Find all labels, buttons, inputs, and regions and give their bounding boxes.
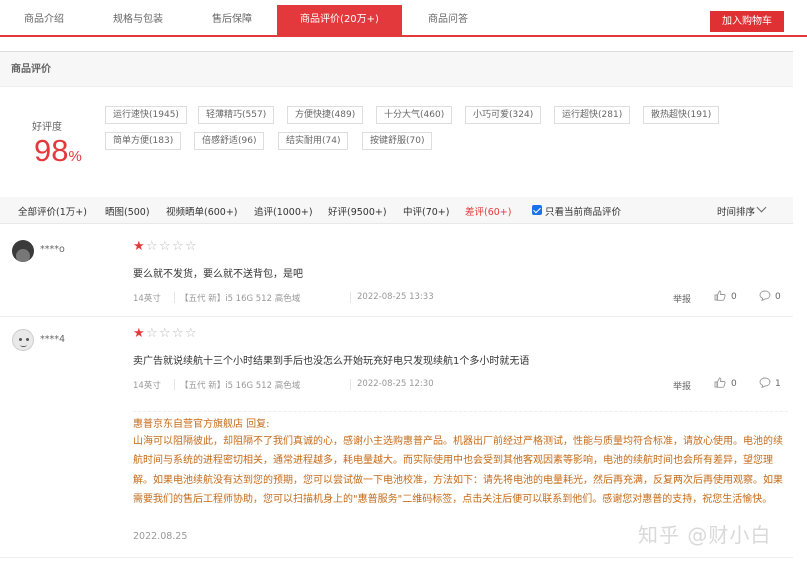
- merchant-reply-date: 2022.08.25: [133, 531, 188, 542]
- tag-item[interactable]: 散热超快(191): [643, 106, 720, 124]
- meta-divider: [174, 292, 175, 303]
- star-filled-icon: ★: [133, 239, 145, 254]
- username: ****o: [40, 244, 65, 255]
- tag-item[interactable]: 运行超快(281): [554, 106, 631, 124]
- review-divider: [0, 316, 793, 317]
- star-rating: ★ ☆ ☆ ☆ ☆: [133, 240, 203, 254]
- tag-item[interactable]: 倍感舒适(96): [194, 132, 265, 150]
- review-spec: 【五代 新】i5 16G 512 高色域: [180, 294, 301, 304]
- star-empty-icon: ☆: [146, 239, 158, 254]
- comment-icon[interactable]: [759, 290, 771, 301]
- rating-value-group: 98%: [34, 131, 82, 177]
- tab-qa[interactable]: 商品问答: [408, 5, 488, 35]
- like-count: 0: [731, 292, 737, 302]
- tag-item[interactable]: 轻薄精巧(557): [198, 106, 275, 124]
- filter-photos[interactable]: 晒图(500): [105, 204, 150, 218]
- review-spec: 【五代 新】i5 16G 512 高色域: [180, 381, 301, 391]
- reply-count: 1: [775, 379, 781, 389]
- tab-after-sales[interactable]: 售后保障: [192, 5, 272, 35]
- filter-neutral[interactable]: 中评(70+): [403, 204, 449, 218]
- tab-specs-packaging[interactable]: 规格与包装: [93, 5, 183, 35]
- section-title: 商品评价: [0, 51, 793, 87]
- tag-item[interactable]: 方便快捷(489): [287, 106, 364, 124]
- report-link[interactable]: 举报: [673, 292, 691, 305]
- current-only-label[interactable]: 只看当前商品评价: [545, 204, 621, 218]
- star-filled-icon: ★: [133, 326, 145, 341]
- filter-negative[interactable]: 差评(60+): [465, 204, 511, 218]
- merchant-name: 惠普京东自营官方旗舰店 回复:: [133, 419, 270, 430]
- tag-item[interactable]: 十分大气(460): [376, 106, 453, 124]
- review-filter-bar: 全部评价(1万+) 晒图(500) 视频晒单(600+) 追评(1000+) 好…: [0, 197, 793, 224]
- meta-divider: [350, 379, 351, 390]
- filter-followup[interactable]: 追评(1000+): [254, 204, 313, 218]
- current-only-checkbox[interactable]: [532, 205, 542, 215]
- report-link[interactable]: 举报: [673, 379, 691, 392]
- avatar: [12, 329, 34, 351]
- star-empty-icon: ☆: [172, 239, 184, 254]
- add-to-cart-button[interactable]: 加入购物车: [710, 11, 784, 32]
- reply-count: 0: [775, 292, 781, 302]
- merchant-reply-text: 山海可以阻隔彼此，却阻隔不了我们真诚的心，感谢小主选购惠普产品。机器出厂前经过严…: [133, 436, 783, 505]
- star-empty-icon: ☆: [185, 239, 197, 254]
- review-size: 14英寸: [133, 294, 161, 304]
- star-empty-icon: ☆: [159, 326, 171, 341]
- rating-unit: %: [68, 148, 82, 165]
- tab-product-intro[interactable]: 商品介绍: [4, 5, 84, 35]
- star-empty-icon: ☆: [185, 326, 197, 341]
- username: ****4: [40, 334, 66, 345]
- thumbs-up-icon[interactable]: [714, 377, 726, 388]
- star-rating: ★ ☆ ☆ ☆ ☆: [133, 327, 203, 341]
- tag-item[interactable]: 结实耐用(74): [278, 132, 349, 150]
- meta-divider: [174, 379, 175, 390]
- tag-item[interactable]: 小巧可爱(324): [465, 106, 542, 124]
- filter-positive[interactable]: 好评(9500+): [328, 204, 387, 218]
- star-empty-icon: ☆: [172, 326, 184, 341]
- product-tab-bar: 商品介绍 规格与包装 售后保障 商品评价(20万+) 商品问答 加入购物车: [0, 0, 807, 37]
- bottom-divider: [0, 557, 793, 558]
- rating-value: 98: [34, 133, 69, 168]
- sort-dropdown[interactable]: 时间排序: [717, 204, 755, 218]
- filter-video[interactable]: 视频晒单(600+): [166, 204, 238, 218]
- tag-item[interactable]: 简单方便(183): [105, 132, 182, 150]
- review-size: 14英寸: [133, 381, 161, 391]
- tag-item[interactable]: 按键舒服(70): [362, 132, 433, 150]
- review-time: 2022-08-25 12:30: [357, 379, 434, 389]
- watermark: 知乎 @财小白: [638, 523, 772, 547]
- filter-all[interactable]: 全部评价(1万+): [18, 204, 87, 218]
- like-count: 0: [731, 379, 737, 389]
- tab-reviews[interactable]: 商品评价(20万+): [277, 5, 402, 35]
- avatar: [12, 240, 34, 262]
- star-empty-icon: ☆: [159, 239, 171, 254]
- tag-item[interactable]: 运行速快(1945): [105, 106, 187, 124]
- star-empty-icon: ☆: [146, 326, 158, 341]
- comment-icon[interactable]: [759, 377, 771, 388]
- review-text: 要么就不发货，要么就不送背包，是吧: [133, 269, 303, 280]
- meta-divider: [350, 292, 351, 303]
- review-time: 2022-08-25 13:33: [357, 292, 434, 302]
- review-text: 卖广告就说续航十三个小时结果到手后也没怎么开始玩充好电只发现续航1个多小时就无语: [133, 356, 530, 367]
- thumbs-up-icon[interactable]: [714, 290, 726, 301]
